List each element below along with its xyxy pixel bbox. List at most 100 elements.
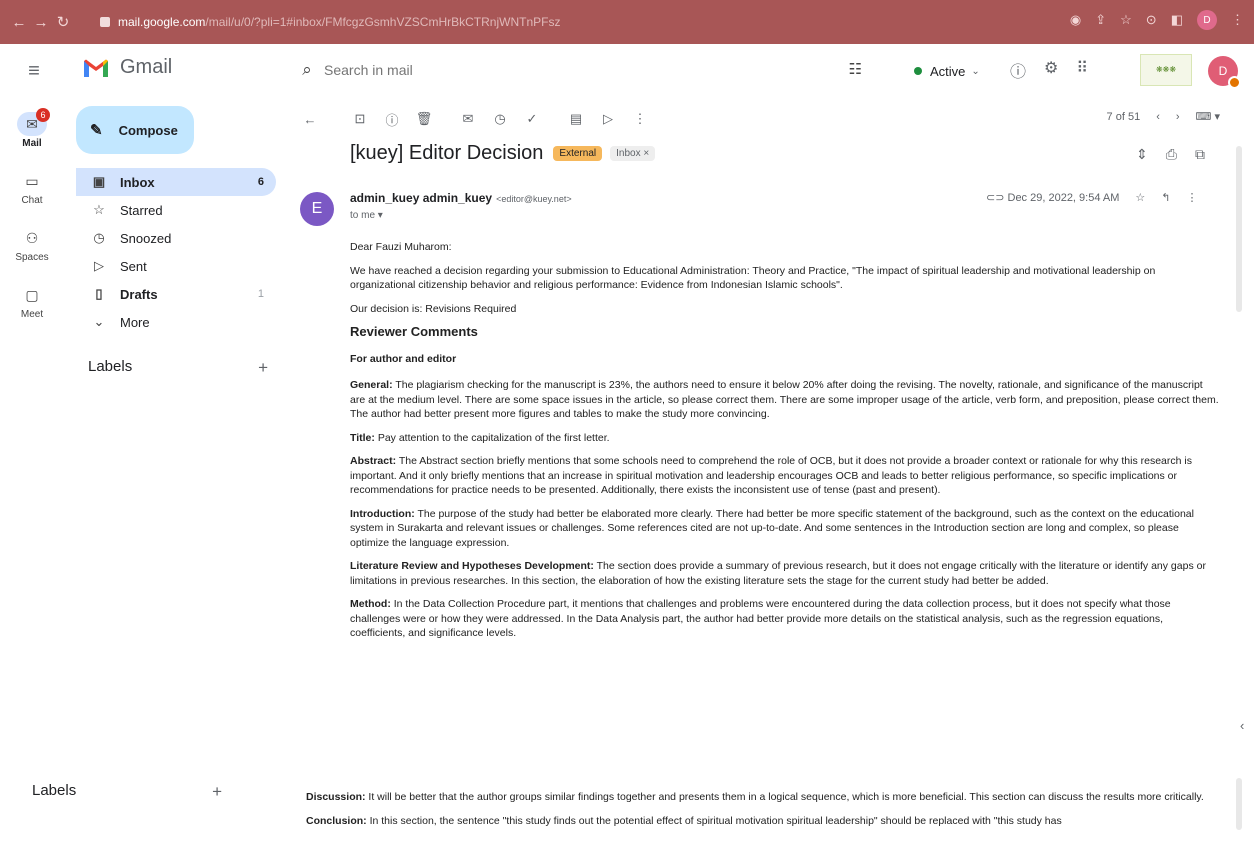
message-meta: ⊂⊃ Dec 29, 2022, 9:54 AM ☆ ↰ ⋮: [986, 191, 1198, 204]
help-icon[interactable]: ⓘ: [1010, 58, 1026, 82]
sidebar-item-inbox[interactable]: ▣ Inbox 6: [76, 168, 276, 196]
compose-button[interactable]: ✎ Compose: [76, 106, 194, 154]
comment-label: Abstract:: [350, 455, 397, 467]
location-icon[interactable]: ◉: [1070, 12, 1081, 28]
newer-chevron-left-icon[interactable]: ‹: [1156, 111, 1160, 123]
for-author-editor-heading: For author and editor: [350, 352, 457, 365]
side-panel-chevron-left-icon[interactable]: ‹: [1240, 718, 1244, 733]
comment-label: General:: [350, 379, 393, 391]
sidebar-item-snoozed[interactable]: ◷ Snoozed: [76, 224, 276, 252]
main-menu-icon[interactable]: ≡: [22, 59, 46, 83]
back-arrow-icon[interactable]: ←: [8, 14, 30, 31]
bookmark-star-icon[interactable]: ☆: [1120, 12, 1132, 28]
star-message-icon[interactable]: ☆: [1135, 191, 1145, 204]
search-icon[interactable]: ⌕: [290, 60, 324, 80]
browser-menu-icon[interactable]: ⋮: [1231, 12, 1244, 28]
archive-icon[interactable]: ⊡: [350, 111, 370, 127]
sender-avatar[interactable]: E: [300, 192, 334, 226]
rail-item-meet[interactable]: ▢ Meet: [0, 283, 64, 320]
lock-icon: [100, 17, 110, 27]
scrollbar-lower[interactable]: [1236, 778, 1242, 830]
spaces-icon: ⚇: [25, 230, 39, 246]
meet-video-icon: ▢: [25, 287, 39, 303]
search-bar[interactable]: ⌕ ☷: [290, 52, 884, 88]
sidebar-item-starred[interactable]: ☆ Starred: [76, 196, 276, 224]
mark-unread-icon[interactable]: ✉: [458, 111, 478, 127]
message-date: Dec 29, 2022, 9:54 AM: [1007, 192, 1120, 204]
account-avatar[interactable]: D: [1208, 56, 1241, 89]
scrollbar[interactable]: [1236, 146, 1242, 312]
comment-label: Literature Review and Hypotheses Develop…: [350, 560, 594, 572]
comment-text: It will be better that the author groups…: [365, 791, 1204, 803]
sender-line: admin_kuey admin_kuey <editor@kuey.net>: [350, 191, 572, 205]
browser-icons: ◉ ⇪ ☆ ⊙ ◧ D ⋮: [1070, 10, 1244, 30]
recipient-details-toggle[interactable]: to me ▾: [350, 210, 383, 221]
star-icon: ☆: [93, 202, 105, 217]
inbox-label-chip[interactable]: Inbox ×: [610, 146, 656, 161]
gmail-m-icon: [84, 59, 108, 77]
date-line: ⊂⊃ Dec 29, 2022, 9:54 AM: [986, 191, 1119, 204]
draft-file-icon: ▯: [95, 286, 103, 301]
pager-text: 7 of 51: [1106, 110, 1141, 123]
status-label: Active: [930, 63, 966, 79]
add-task-icon[interactable]: ✓: [522, 111, 542, 127]
drafts-count: 1: [257, 288, 264, 300]
report-spam-icon[interactable]: ⓘ: [382, 110, 402, 129]
sidebar-item-label: Drafts: [120, 286, 158, 302]
email-body-continued: Discussion: It will be better that the a…: [306, 790, 1220, 837]
rail-item-mail[interactable]: ✉ 6 Mail: [0, 108, 64, 149]
status-dot-icon: [914, 67, 922, 75]
add-label-button[interactable]: +: [258, 358, 268, 378]
reply-icon[interactable]: ↰: [1161, 191, 1170, 204]
address-bar[interactable]: mail.google.com/mail/u/0/?pli=1#inbox/FM…: [100, 9, 940, 35]
organization-logo-icon[interactable]: ❋❋❋: [1140, 54, 1192, 86]
back-to-inbox-icon[interactable]: ←: [300, 112, 320, 127]
comment-label: Conclusion:: [306, 814, 367, 827]
input-tools-keyboard-icon[interactable]: ⌨ ▾: [1196, 110, 1220, 123]
comment-text: The plagiarism checking for the manuscri…: [350, 379, 1219, 420]
comment-text: Pay attention to the capitalization of t…: [374, 431, 610, 444]
reload-icon[interactable]: ↻: [52, 13, 74, 31]
more-options-icon[interactable]: ⋮: [630, 111, 650, 127]
sidebar-item-more[interactable]: ⌄ More: [76, 308, 276, 336]
print-icon[interactable]: ⎙: [1166, 146, 1177, 163]
label-tag-icon[interactable]: ▷: [598, 111, 618, 127]
sender-email: <editor@kuey.net>: [496, 194, 572, 204]
rail-item-chat[interactable]: ▭ Chat: [0, 169, 64, 206]
search-input[interactable]: [324, 62, 804, 78]
gmail-logo[interactable]: Gmail: [82, 56, 172, 79]
share-icon[interactable]: ⇪: [1095, 12, 1106, 28]
browser-profile-icon[interactable]: D: [1197, 10, 1217, 30]
open-new-window-icon[interactable]: ⧉: [1195, 146, 1205, 163]
sidebar-item-sent[interactable]: ▷ Sent: [76, 252, 276, 280]
expand-all-icon[interactable]: ⇕: [1136, 146, 1148, 163]
apps-grid-icon[interactable]: ⠿: [1076, 58, 1088, 82]
sidebar-item-label: More: [120, 314, 150, 330]
older-chevron-right-icon[interactable]: ›: [1176, 111, 1180, 123]
settings-gear-icon[interactable]: ⚙: [1044, 58, 1058, 82]
chat-icon: ▭: [25, 173, 39, 189]
delete-trash-icon[interactable]: 🗑: [414, 111, 434, 127]
rail-item-spaces[interactable]: ⚇ Spaces: [0, 226, 64, 263]
search-options-icon[interactable]: ☷: [849, 60, 862, 78]
sidebar-item-label: Snoozed: [120, 230, 172, 246]
greeting: Dear Fauzi Muharom:: [350, 241, 452, 253]
comment-introduction: Introduction: The purpose of the study h…: [350, 507, 1220, 551]
comment-label: Discussion:: [306, 791, 366, 803]
email-subject: [kuey] Editor Decision: [350, 142, 544, 164]
labels-heading: Labels: [32, 782, 77, 799]
message-more-icon[interactable]: ⋮: [1187, 191, 1198, 204]
move-to-folder-icon[interactable]: ▤: [566, 111, 586, 127]
comment-text: The Abstract section briefly mentions th…: [350, 455, 1192, 496]
status-selector[interactable]: Active ⌄: [904, 58, 990, 84]
chevron-down-icon: ⌄: [971, 65, 980, 77]
snooze-clock-icon[interactable]: ◷: [490, 111, 510, 127]
comment-conclusion: Conclusion: In this section, the sentenc…: [306, 814, 1220, 829]
forward-arrow-icon[interactable]: →: [30, 14, 52, 31]
sidepanel-icon[interactable]: ◧: [1171, 12, 1183, 28]
add-label-button[interactable]: +: [212, 782, 222, 802]
extension-icon[interactable]: ⊙: [1146, 12, 1157, 28]
sender-name[interactable]: admin_kuey admin_kuey: [350, 191, 492, 205]
header-icons: ⓘ ⚙ ⠿: [1010, 58, 1088, 82]
sidebar-item-drafts[interactable]: ▯ Drafts 1: [76, 280, 276, 308]
